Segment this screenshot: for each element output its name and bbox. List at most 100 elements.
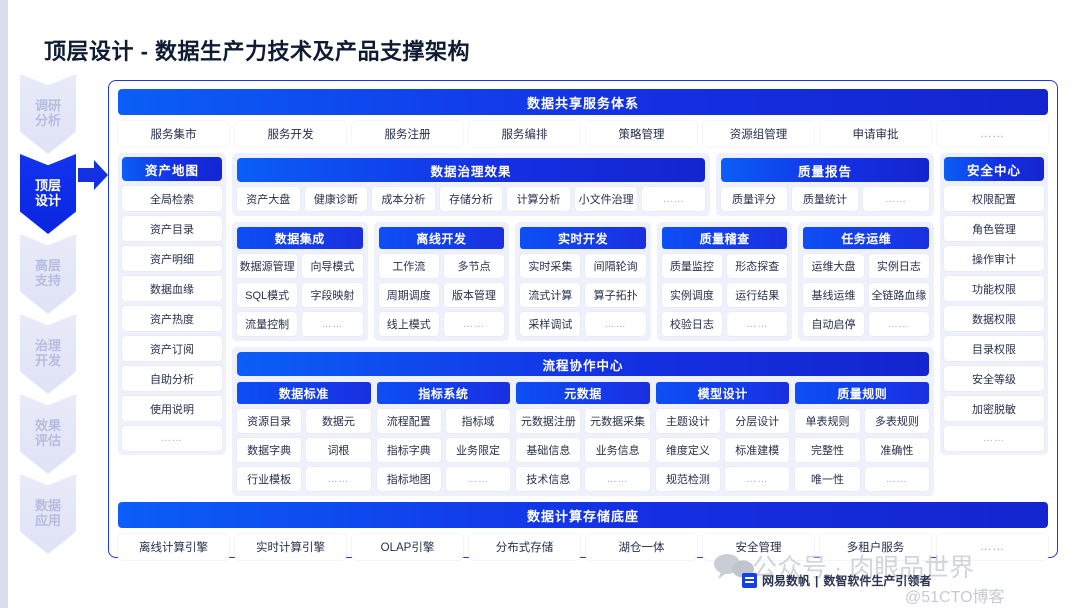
service-chip[interactable]: 服务开发 xyxy=(235,121,346,147)
rail-step-2[interactable]: 顶层 设计 xyxy=(20,154,76,234)
rail-step-5[interactable]: 效果 评估 xyxy=(20,394,76,474)
flow-subgroup-chip[interactable]: 技术信息 xyxy=(516,467,581,491)
asset-map-chip[interactable]: 资产订阅 xyxy=(122,336,222,361)
governance-chip[interactable]: 健康诊断 xyxy=(304,187,368,211)
flow-subgroup-chip[interactable]: 基础信息 xyxy=(516,438,581,462)
flow-subgroup-chip[interactable]: 词根 xyxy=(306,438,371,462)
dev-group-chip[interactable]: …… xyxy=(868,312,929,336)
governance-chip[interactable]: 存储分析 xyxy=(439,187,503,211)
dev-group-chip[interactable]: SQL模式 xyxy=(237,283,298,307)
flow-subgroup-chip[interactable]: …… xyxy=(585,467,650,491)
flow-subgroup-chip[interactable]: 维度定义 xyxy=(655,438,721,462)
quality-report-chip[interactable]: 质量统计 xyxy=(792,187,858,211)
dev-group-chip[interactable]: 版本管理 xyxy=(443,283,505,307)
flow-subgroup-chip[interactable]: …… xyxy=(445,467,511,491)
flow-subgroup-chip[interactable]: 准确性 xyxy=(864,438,929,462)
dev-group-chip[interactable]: 算子拓扑 xyxy=(585,283,646,307)
compute-storage-chip[interactable]: 分布式存储 xyxy=(469,534,580,560)
dev-group-chip[interactable]: 工作流 xyxy=(378,254,439,278)
dev-group-chip[interactable]: 流式计算 xyxy=(520,283,581,307)
dev-group-chip[interactable]: 运行结果 xyxy=(727,283,788,307)
quality-report-chip[interactable]: 质量评分 xyxy=(721,187,787,211)
asset-map-chip[interactable]: 使用说明 xyxy=(122,396,222,421)
dev-group-chip[interactable]: 字段映射 xyxy=(302,283,363,307)
governance-chip[interactable]: …… xyxy=(642,187,705,211)
dev-group-chip[interactable]: 质量监控 xyxy=(661,254,723,278)
dev-group-chip[interactable]: 运维大盘 xyxy=(803,254,864,278)
dev-group-chip[interactable]: …… xyxy=(585,312,646,336)
asset-map-chip[interactable]: …… xyxy=(122,426,222,451)
dev-group-chip[interactable]: 周期调度 xyxy=(378,283,439,307)
dev-group-chip[interactable]: 实时采集 xyxy=(520,254,581,278)
governance-chip[interactable]: 资产大盘 xyxy=(237,187,300,211)
security-chip[interactable]: 目录权限 xyxy=(944,336,1044,361)
dev-group-chip[interactable]: 形态探查 xyxy=(727,254,788,278)
flow-subgroup-chip[interactable]: 标准建模 xyxy=(725,438,790,462)
dev-group-chip[interactable]: 间隔轮询 xyxy=(585,254,646,278)
compute-storage-chip[interactable]: 实时计算引擎 xyxy=(235,534,346,560)
dev-group-chip[interactable]: …… xyxy=(443,312,505,336)
dev-group-chip[interactable]: 数据源管理 xyxy=(237,254,298,278)
asset-map-chip[interactable]: 资产明细 xyxy=(122,246,222,271)
dev-group-chip[interactable]: 自动启停 xyxy=(803,312,864,336)
security-chip[interactable]: 操作审计 xyxy=(944,246,1044,271)
flow-subgroup-chip[interactable]: …… xyxy=(725,467,790,491)
flow-subgroup-chip[interactable]: 指标地图 xyxy=(376,467,441,491)
dev-group-chip[interactable]: 实例日志 xyxy=(868,254,929,278)
flow-subgroup-chip[interactable]: 指标字典 xyxy=(376,438,441,462)
dev-group-chip[interactable]: 全链路血缘 xyxy=(868,283,929,307)
flow-subgroup-chip[interactable]: 规范检测 xyxy=(655,467,721,491)
flow-subgroup-chip[interactable]: 业务限定 xyxy=(445,438,511,462)
flow-subgroup-chip[interactable]: 唯一性 xyxy=(795,467,860,491)
flow-subgroup-chip[interactable]: 指标域 xyxy=(445,409,511,433)
governance-chip[interactable]: 小文件治理 xyxy=(574,187,638,211)
rail-step-6[interactable]: 数据 应用 xyxy=(20,474,76,554)
dev-group-chip[interactable]: 向导模式 xyxy=(302,254,363,278)
flow-subgroup-chip[interactable]: 分层设计 xyxy=(725,409,790,433)
flow-subgroup-chip[interactable]: 单表规则 xyxy=(795,409,860,433)
dev-group-chip[interactable]: 流量控制 xyxy=(237,312,298,336)
governance-chip[interactable]: 计算分析 xyxy=(507,187,570,211)
compute-storage-chip[interactable]: OLAP引擎 xyxy=(352,534,463,560)
dev-group-chip[interactable]: 校验日志 xyxy=(661,312,723,336)
security-chip[interactable]: 安全等级 xyxy=(944,366,1044,391)
dev-group-chip[interactable]: …… xyxy=(727,312,788,336)
rail-step-4[interactable]: 治理 开发 xyxy=(20,314,76,394)
rail-step-3[interactable]: 高层 支持 xyxy=(20,234,76,314)
flow-subgroup-chip[interactable]: 元数据采集 xyxy=(585,409,650,433)
flow-subgroup-chip[interactable]: 资源目录 xyxy=(237,409,302,433)
dev-group-chip[interactable]: 实例调度 xyxy=(661,283,723,307)
asset-map-chip[interactable]: 自助分析 xyxy=(122,366,222,391)
security-chip[interactable]: 角色管理 xyxy=(944,216,1044,241)
flow-subgroup-chip[interactable]: 流程配置 xyxy=(376,409,441,433)
compute-storage-chip[interactable]: 湖仓一体 xyxy=(586,534,697,560)
service-chip[interactable]: 服务编排 xyxy=(469,121,580,147)
service-chip[interactable]: 服务集市 xyxy=(118,121,229,147)
security-chip[interactable]: 加密脱敏 xyxy=(944,396,1044,421)
flow-subgroup-chip[interactable]: 数据字典 xyxy=(237,438,302,462)
security-chip[interactable]: 权限配置 xyxy=(944,186,1044,211)
flow-subgroup-chip[interactable]: …… xyxy=(306,467,371,491)
flow-subgroup-chip[interactable]: 主题设计 xyxy=(655,409,721,433)
flow-subgroup-chip[interactable]: 完整性 xyxy=(795,438,860,462)
quality-report-chip[interactable]: …… xyxy=(863,187,929,211)
service-chip[interactable]: 资源组管理 xyxy=(703,121,814,147)
security-chip[interactable]: 数据权限 xyxy=(944,306,1044,331)
flow-subgroup-chip[interactable]: 元数据注册 xyxy=(516,409,581,433)
dev-group-chip[interactable]: 采样调试 xyxy=(520,312,581,336)
security-chip[interactable]: …… xyxy=(944,426,1044,451)
flow-subgroup-chip[interactable]: 行业模板 xyxy=(237,467,302,491)
rail-step-1[interactable]: 调研 分析 xyxy=(20,74,76,154)
asset-map-chip[interactable]: 资产目录 xyxy=(122,216,222,241)
flow-subgroup-chip[interactable]: 业务信息 xyxy=(585,438,650,462)
dev-group-chip[interactable]: 线上模式 xyxy=(378,312,439,336)
compute-storage-chip[interactable]: 离线计算引擎 xyxy=(118,534,229,560)
dev-group-chip[interactable]: 多节点 xyxy=(443,254,505,278)
asset-map-chip[interactable]: 资产热度 xyxy=(122,306,222,331)
flow-subgroup-chip[interactable]: 多表规则 xyxy=(864,409,929,433)
asset-map-chip[interactable]: 全局检索 xyxy=(122,186,222,211)
service-chip[interactable]: 申请审批 xyxy=(820,121,931,147)
asset-map-chip[interactable]: 数据血缘 xyxy=(122,276,222,301)
dev-group-chip[interactable]: …… xyxy=(302,312,363,336)
governance-chip[interactable]: 成本分析 xyxy=(372,187,435,211)
